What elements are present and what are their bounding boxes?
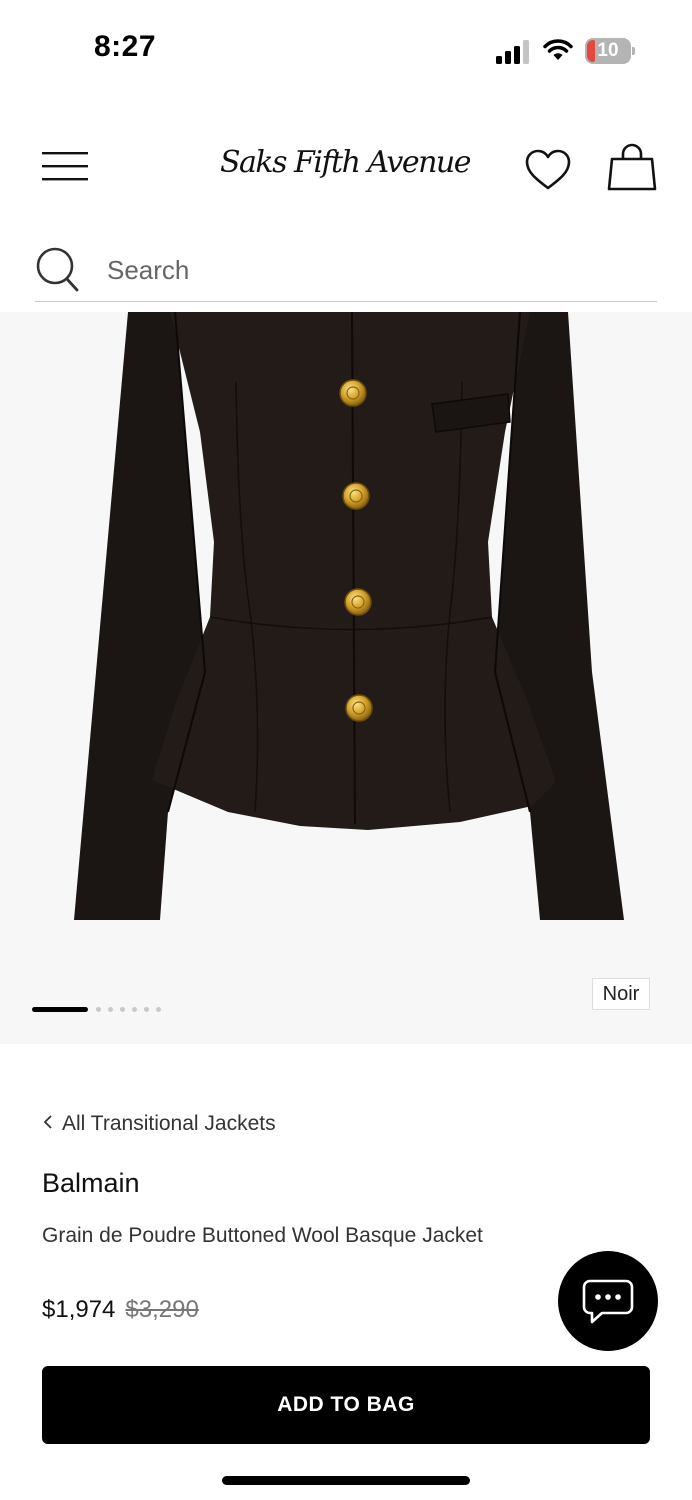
search-icon[interactable] <box>35 246 81 294</box>
menu-icon[interactable] <box>42 150 90 182</box>
add-to-bag-button[interactable]: ADD TO BAG <box>42 1366 650 1444</box>
status-bar: 8:27 10 <box>0 0 692 100</box>
sale-price: $1,974 <box>42 1296 116 1323</box>
status-time: 8:27 <box>94 30 157 63</box>
logo-text: Saks Fifth Avenue <box>220 145 470 180</box>
chat-button[interactable] <box>558 1251 658 1351</box>
price-row: $1,974 $3,290 <box>42 1296 199 1324</box>
carousel-dot[interactable] <box>96 1007 101 1012</box>
bag-icon[interactable] <box>606 142 658 194</box>
product-name: Grain de Poudre Buttoned Wool Basque Jac… <box>42 1224 483 1247</box>
carousel-dot[interactable] <box>144 1007 149 1012</box>
carousel-dot[interactable] <box>120 1007 125 1012</box>
battery-level: 10 <box>597 40 619 61</box>
breadcrumb-back-link[interactable]: All Transitional Jackets <box>42 1112 276 1136</box>
wifi-icon <box>543 39 573 60</box>
chat-bubble-icon <box>582 1279 634 1324</box>
signal-icon <box>496 40 529 64</box>
saks-logo[interactable]: Saks Fifth Avenue <box>220 132 470 192</box>
breadcrumb-label: All Transitional Jackets <box>62 1112 276 1135</box>
home-indicator[interactable] <box>222 1476 470 1485</box>
search-input[interactable] <box>107 248 627 292</box>
original-price: $3,290 <box>125 1296 199 1323</box>
carousel-dot[interactable] <box>132 1007 137 1012</box>
search-bar[interactable] <box>35 240 657 302</box>
carousel-dot-active[interactable] <box>32 1007 88 1012</box>
heart-icon[interactable] <box>524 148 572 192</box>
product-image-gallery[interactable]: Noir <box>0 312 692 1044</box>
carousel-dot[interactable] <box>156 1007 161 1012</box>
chevron-left-icon <box>42 1112 56 1136</box>
product-brand[interactable]: Balmain <box>42 1168 140 1199</box>
color-label: Noir <box>592 978 650 1010</box>
battery-icon: 10 <box>585 38 635 64</box>
product-image[interactable] <box>0 312 692 1044</box>
carousel-dot[interactable] <box>108 1007 113 1012</box>
